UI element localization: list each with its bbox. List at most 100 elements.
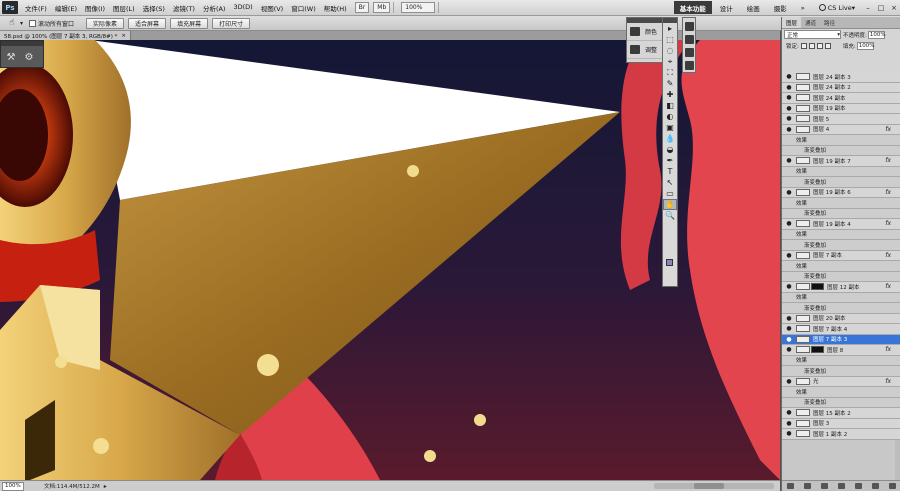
tool-icon[interactable]: ⌖ [663,56,677,67]
layer-row[interactable]: ● 图层 24 副本 3 [782,72,900,83]
layer-row[interactable]: ● 图层 1 副本 2 [782,429,900,440]
lock-all-icon[interactable] [824,42,831,49]
foreground-color-swatch[interactable] [666,259,673,266]
layer-row[interactable]: ● 图层 5 [782,114,900,125]
effects-row[interactable]: 效果 [782,135,900,146]
mini-bridge-button[interactable]: Mb [373,2,391,13]
add-style-icon[interactable] [804,483,811,489]
scrollbar-thumb[interactable] [694,483,724,489]
actions-icon[interactable] [684,35,694,44]
bridge-button[interactable]: Br [354,2,370,13]
effect-row[interactable]: 渐变叠加 [782,366,900,377]
view-button[interactable]: 打印尺寸 [212,17,251,29]
layer-row[interactable]: ● 图层 19 副本 4 fx [782,219,900,230]
eye-icon[interactable]: ● [785,188,793,196]
workspace-button[interactable]: 摄影 [768,1,793,14]
layer-row[interactable]: ● 图层 7 副本 3 [782,334,900,345]
menu-item[interactable]: 窗口(W) [287,3,320,13]
layer-row[interactable]: ● 图层 19 副本 [782,103,900,114]
tool-icon[interactable]: ▣ [663,122,677,133]
eye-icon[interactable]: ● [785,346,793,354]
eye-icon[interactable]: ● [785,430,793,438]
close-tab-icon[interactable]: × [121,33,126,39]
character-icon[interactable] [684,48,694,57]
effects-row[interactable]: 效果 [782,166,900,177]
paragraph-icon[interactable] [684,61,694,70]
effects-row[interactable]: 效果 [782,387,900,398]
eye-icon[interactable]: ● [785,314,793,322]
status-zoom-input[interactable]: 100% [2,481,24,491]
menu-item[interactable]: 滤镜(T) [169,3,199,13]
layer-mask-thumbnail[interactable] [811,283,824,291]
tool-icon[interactable]: ✚ [663,89,677,100]
effect-row[interactable]: 渐变叠加 [782,303,900,314]
maximize-button[interactable]: □ [875,3,887,13]
fx-badge[interactable]: fx [885,378,891,385]
cs-live-button[interactable]: CS Live▾ [813,1,861,14]
add-mask-icon[interactable] [821,483,828,489]
eye-icon[interactable]: ● [785,251,793,259]
effect-row[interactable]: 渐变叠加 [782,177,900,188]
layer-row[interactable]: ● 图层 20 副本 [782,313,900,324]
new-layer-icon[interactable] [872,483,879,489]
layer-row[interactable]: ● 图层 24 副本 2 [782,82,900,93]
menu-item[interactable]: 图层(L) [109,3,139,13]
fx-badge[interactable]: fx [885,189,891,196]
tool-icon[interactable]: ✎ [663,78,677,89]
layer-mask-thumbnail[interactable] [811,346,824,354]
brush-presets-icon[interactable]: ⚙ [23,51,35,63]
menu-item[interactable]: 选择(S) [139,3,169,13]
tool-icon[interactable]: ◒ [663,144,677,155]
fx-badge[interactable]: fx [885,346,891,353]
layer-row[interactable]: ● 图层 19 副本 7 fx [782,156,900,167]
menu-item[interactable]: 帮助(H) [320,3,351,13]
tool-icon[interactable]: ▸ [663,23,677,34]
eye-icon[interactable]: ● [785,335,793,343]
menu-item[interactable]: 视图(V) [257,3,288,13]
opacity-input[interactable]: 100% [867,30,886,39]
tool-preset-chevron-down-icon[interactable]: ▾ [20,20,23,27]
fill-input[interactable]: 100% [856,41,874,50]
workspace-button[interactable]: 设计 [714,1,739,14]
eye-icon[interactable]: ● [785,125,793,133]
tool-icon[interactable]: T [663,166,677,177]
menu-item[interactable]: 分析(A) [199,3,230,13]
tool-icon[interactable]: ⬚ [663,34,677,45]
fx-badge[interactable]: fx [885,283,891,290]
layer-row[interactable]: ● 光 fx [782,376,900,387]
eye-icon[interactable]: ● [785,83,793,91]
close-window-button[interactable]: × [888,3,900,13]
layer-row[interactable]: ● 图层 8 fx [782,345,900,356]
lock-transparency-icon[interactable] [800,42,807,49]
effects-row[interactable]: 效果 [782,261,900,272]
link-layers-icon[interactable] [787,483,794,489]
layer-row[interactable]: ● 图层 3 [782,418,900,429]
lock-position-icon[interactable] [816,42,823,49]
eye-icon[interactable]: ● [785,94,793,102]
minimize-button[interactable]: – [862,3,874,13]
menu-item[interactable]: 文件(F) [21,3,51,13]
history-icon[interactable] [684,22,694,31]
tool-presets-icon[interactable]: ⚒ [5,51,17,63]
tool-icon[interactable]: ✒ [663,155,677,166]
lock-image-icon[interactable] [808,42,815,49]
document-tab[interactable]: 58.psd @ 100% (图层 7 副本 3, RGB/8#) * × [0,31,132,40]
layer-row[interactable]: ● 图层 19 副本 6 fx [782,187,900,198]
eye-icon[interactable]: ● [785,325,793,333]
layer-row[interactable]: ● 图层 7 副本 4 [782,324,900,335]
fx-badge[interactable]: fx [885,252,891,259]
tool-icon[interactable]: ✋ [663,199,677,210]
view-button[interactable]: 实际像素 [86,17,125,29]
eye-icon[interactable]: ● [785,419,793,427]
fx-badge[interactable]: fx [885,157,891,164]
blend-mode-select[interactable]: 正常 ▾ [784,30,841,39]
eye-icon[interactable]: ● [785,157,793,165]
eye-icon[interactable]: ● [785,115,793,123]
eye-icon[interactable]: ● [785,377,793,385]
eye-icon[interactable]: ● [785,283,793,291]
fx-badge[interactable]: fx [885,220,891,227]
panel-tab[interactable]: 图层 [782,17,802,28]
tool-icon[interactable]: ⛶ [663,67,677,78]
effect-row[interactable]: 渐变叠加 [782,397,900,408]
effects-row[interactable]: 效果 [782,292,900,303]
